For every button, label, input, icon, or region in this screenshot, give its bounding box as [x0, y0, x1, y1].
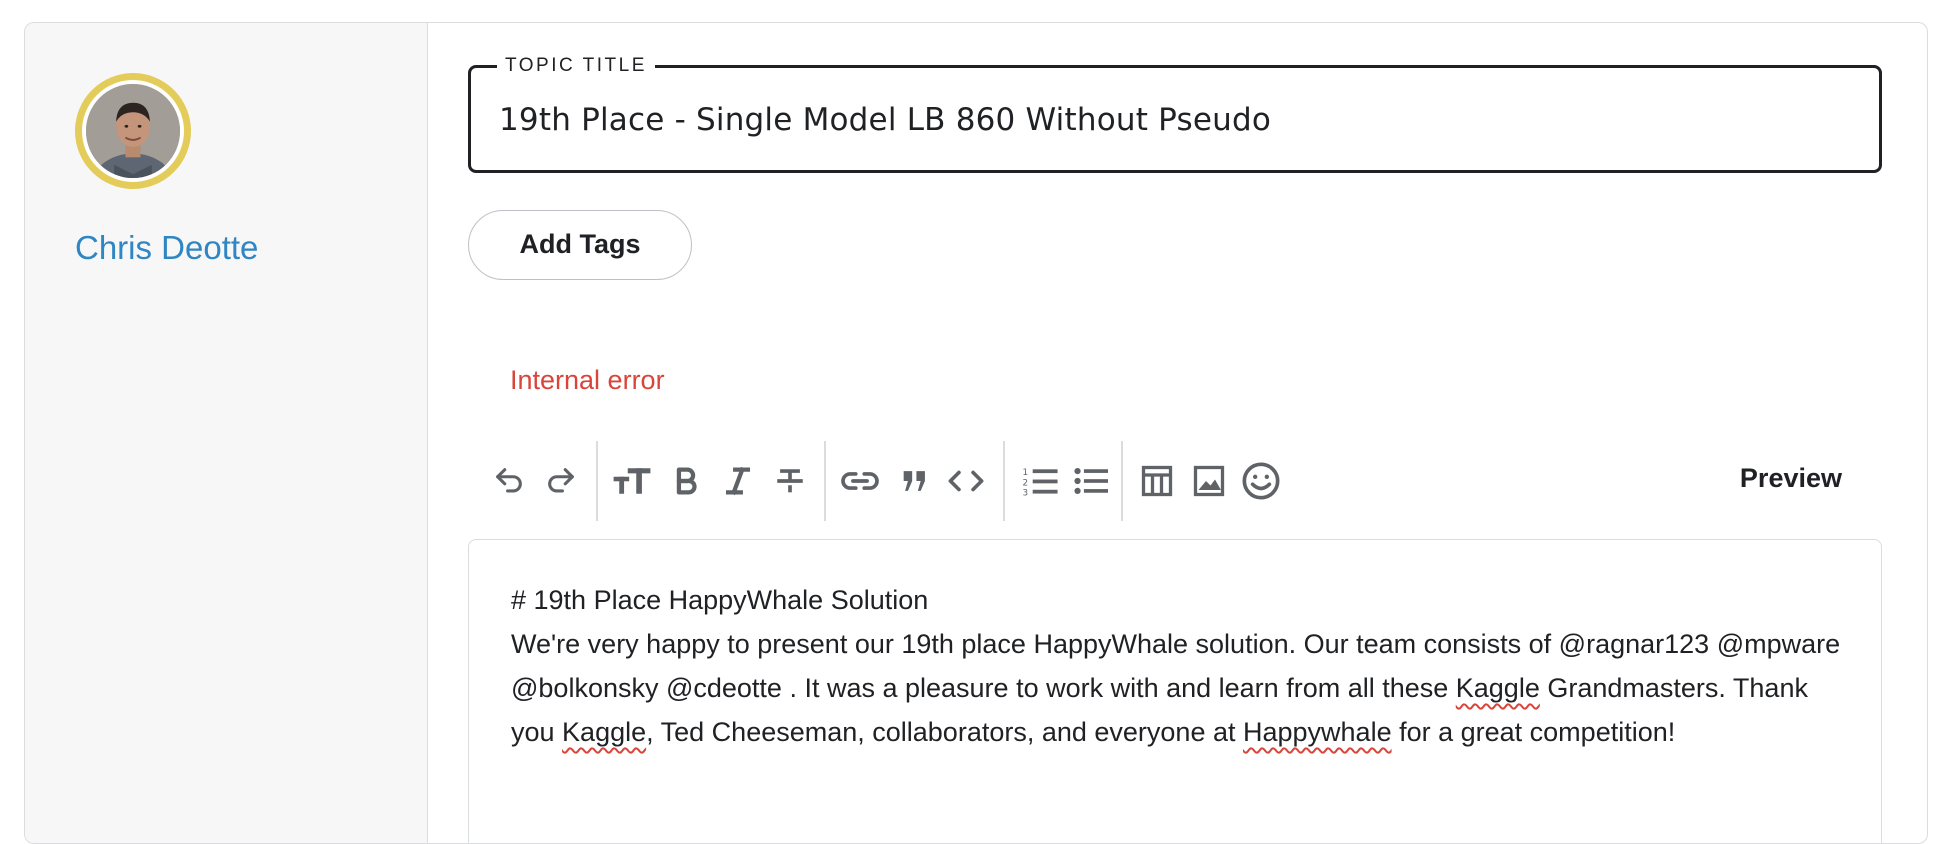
editor-body-paragraph: We're very happy to present our 19th pla… [511, 622, 1841, 754]
ordered-list-icon[interactable]: 123 [1017, 458, 1063, 504]
avatar-photo [86, 84, 180, 178]
author-name-link[interactable]: Chris Deotte [75, 229, 258, 267]
image-icon[interactable] [1186, 458, 1232, 504]
bulleted-list-icon[interactable] [1068, 458, 1114, 504]
misspelled-word: Kaggle [562, 717, 647, 747]
add-tags-button[interactable]: Add Tags [468, 210, 692, 280]
svg-text:2: 2 [1022, 478, 1028, 488]
preview-button[interactable]: Preview [1740, 463, 1842, 494]
bold-icon[interactable] [663, 458, 709, 504]
editor-text: for a great competition! [1391, 717, 1676, 747]
misspelled-word: Happywhale [1243, 717, 1392, 747]
table-icon[interactable] [1134, 458, 1180, 504]
markdown-toolbar: 123 Preview [468, 433, 1882, 529]
markdown-editor[interactable]: # 19th Place HappyWhale Solution We're v… [468, 539, 1882, 843]
emoji-icon[interactable] [1238, 458, 1284, 504]
toolbar-divider [596, 441, 598, 521]
italic-icon[interactable] [715, 458, 761, 504]
redo-icon[interactable] [538, 458, 584, 504]
topic-editor-card: Chris Deotte TOPIC TITLE Add Tags Intern… [24, 22, 1928, 844]
quote-icon[interactable] [892, 458, 938, 504]
code-icon[interactable] [943, 458, 989, 504]
toolbar-divider [1121, 441, 1123, 521]
toolbar-divider [824, 441, 826, 521]
misspelled-word: Kaggle [1455, 673, 1540, 703]
topic-title-field[interactable]: TOPIC TITLE [468, 55, 1882, 173]
error-message: Internal error [510, 365, 665, 395]
link-icon[interactable] [837, 458, 883, 504]
text-size-icon[interactable] [609, 458, 655, 504]
editor-main: TOPIC TITLE Add Tags Internal error [468, 23, 1927, 843]
undo-icon[interactable] [486, 458, 532, 504]
author-sidebar: Chris Deotte [25, 23, 428, 843]
topic-title-input[interactable] [499, 98, 1839, 142]
editor-text: , Ted Cheeseman, collaborators, and ever… [646, 717, 1243, 747]
topic-title-label: TOPIC TITLE [497, 55, 655, 77]
svg-text:1: 1 [1022, 468, 1028, 478]
svg-text:3: 3 [1022, 489, 1028, 499]
toolbar-divider [1003, 441, 1005, 521]
strikethrough-icon[interactable] [767, 458, 813, 504]
editor-heading-line: # 19th Place HappyWhale Solution [511, 585, 929, 615]
avatar[interactable] [75, 73, 191, 189]
user-avatar-photo-icon [86, 84, 180, 178]
